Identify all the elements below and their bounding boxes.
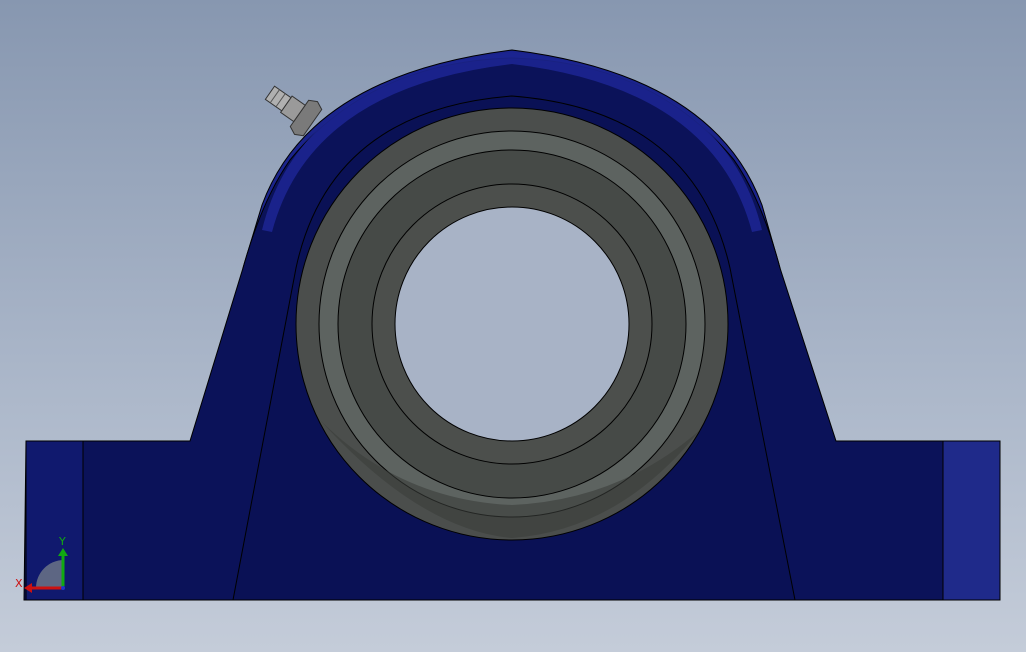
x-axis-label: X: [15, 577, 23, 590]
triad-origin: [61, 586, 65, 590]
model-scene[interactable]: Y X: [0, 0, 1026, 652]
right-foot-end[interactable]: [942, 440, 1001, 601]
y-axis-label: Y: [58, 535, 66, 548]
3d-viewport[interactable]: Y X: [0, 0, 1026, 652]
bearing-bore[interactable]: [394, 206, 630, 442]
